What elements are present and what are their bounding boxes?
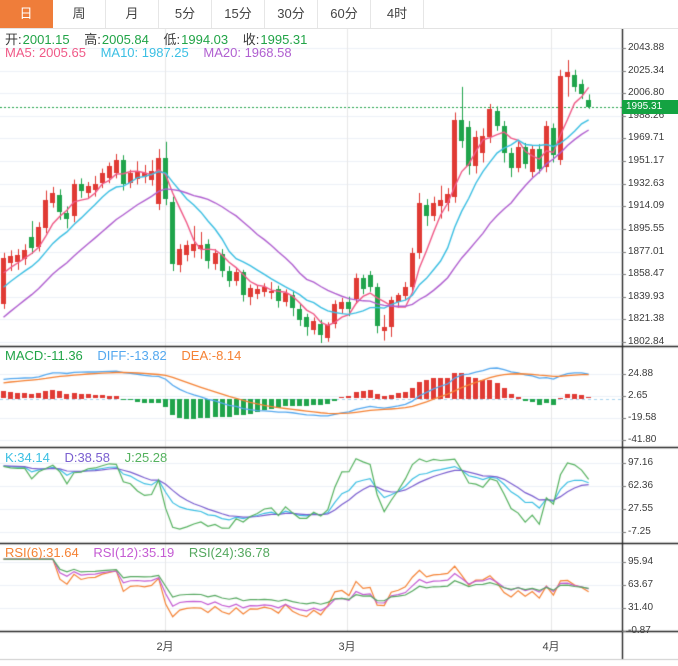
price-axis-label: 1802.84 bbox=[628, 336, 664, 347]
rsi-axis-label: 95.94 bbox=[628, 556, 653, 567]
price-axis-label: 1932.63 bbox=[628, 178, 664, 189]
tab-month[interactable]: 月 bbox=[106, 0, 159, 28]
kdj-axis-label: 62.36 bbox=[628, 480, 653, 491]
rsi12-value: RSI(12):35.19 bbox=[93, 545, 174, 560]
ma5-value: MA5: 2005.65 bbox=[5, 45, 86, 60]
tab-4hour[interactable]: 4时 bbox=[371, 0, 424, 28]
tab-30min[interactable]: 30分 bbox=[265, 0, 318, 28]
macd-axis-label: 2.65 bbox=[628, 390, 647, 401]
ma10-value: MA10: 1987.25 bbox=[101, 45, 189, 60]
macd-axis-label: 24.88 bbox=[628, 368, 653, 379]
rsi-axis-label: -0.87 bbox=[628, 625, 651, 636]
price-axis-label: 1858.47 bbox=[628, 268, 664, 279]
diff-value: DIFF:-13.82 bbox=[97, 348, 166, 363]
kdj-axis-label: 97.16 bbox=[628, 457, 653, 468]
macd-header: MACD:-11.36 DIFF:-13.82 DEA:-8.14 bbox=[5, 348, 252, 363]
kdj-header: K:34.14 D:38.58 J:25.28 bbox=[5, 450, 178, 465]
month-axis-label: 3月 bbox=[338, 638, 355, 654]
rsi-axis-label: 31.40 bbox=[628, 602, 653, 613]
price-axis-label: 2006.80 bbox=[628, 87, 664, 98]
d-value: D:38.58 bbox=[64, 450, 110, 465]
last-price-badge: 1995.31 bbox=[622, 100, 678, 114]
rsi24-value: RSI(24):36.78 bbox=[189, 545, 270, 560]
timeframe-tabbar: 日 周 月 5分 15分 30分 60分 4时 bbox=[0, 0, 678, 29]
price-axis-label: 1914.09 bbox=[628, 200, 664, 211]
chart-page: 日 周 月 5分 15分 30分 60分 4时 开:2001.15 高:2005… bbox=[0, 0, 678, 666]
chart-canvas[interactable] bbox=[0, 0, 678, 666]
price-axis-label: 1821.38 bbox=[628, 313, 664, 324]
dea-value: DEA:-8.14 bbox=[181, 348, 241, 363]
price-axis-label: 1839.93 bbox=[628, 291, 664, 302]
rsi6-value: RSI(6):31.64 bbox=[5, 545, 79, 560]
month-axis-label: 2月 bbox=[156, 638, 173, 654]
k-value: K:34.14 bbox=[5, 450, 50, 465]
kdj-axis-label: -7.25 bbox=[628, 526, 651, 537]
month-axis-label: 4月 bbox=[542, 638, 559, 654]
rsi-header: RSI(6):31.64 RSI(12):35.19 RSI(24):36.78 bbox=[5, 545, 281, 560]
tab-5min[interactable]: 5分 bbox=[159, 0, 212, 28]
ma-header: MA5: 2005.65 MA10: 1987.25 MA20: 1968.58 bbox=[5, 45, 303, 60]
ma20-value: MA20: 1968.58 bbox=[203, 45, 291, 60]
price-axis-label: 2043.88 bbox=[628, 42, 664, 53]
j-value: J:25.28 bbox=[125, 450, 168, 465]
kdj-axis-label: 27.55 bbox=[628, 503, 653, 514]
macd-axis-label: -41.80 bbox=[628, 434, 656, 445]
tab-week[interactable]: 周 bbox=[53, 0, 106, 28]
price-axis-label: 2025.34 bbox=[628, 65, 664, 76]
price-axis-label: 1877.01 bbox=[628, 246, 664, 257]
macd-value: MACD:-11.36 bbox=[5, 348, 83, 363]
price-axis-label: 1969.71 bbox=[628, 132, 664, 143]
tab-15min[interactable]: 15分 bbox=[212, 0, 265, 28]
rsi-axis-label: 63.67 bbox=[628, 579, 653, 590]
macd-axis-label: -19.58 bbox=[628, 412, 656, 423]
price-axis-label: 1895.55 bbox=[628, 223, 664, 234]
price-axis-label: 1951.17 bbox=[628, 155, 664, 166]
tab-60min[interactable]: 60分 bbox=[318, 0, 371, 28]
tab-day[interactable]: 日 bbox=[0, 0, 53, 28]
